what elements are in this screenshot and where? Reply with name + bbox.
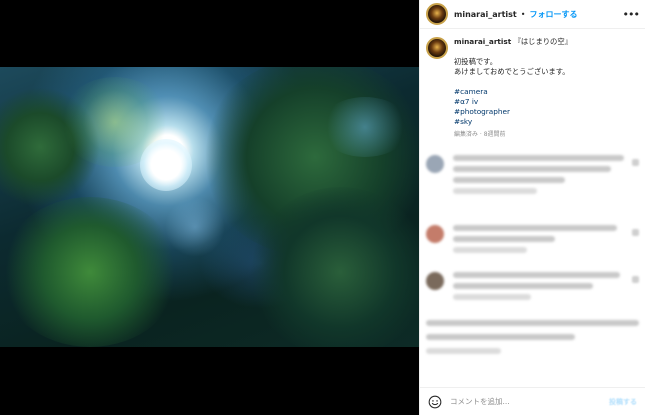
blurred-comment-meta: [453, 294, 532, 300]
blurred-date-text: [426, 348, 501, 354]
caption-text: 初投稿です。 あけましておめでとうございます。: [454, 57, 572, 77]
instagram-post-modal: minarai_artist • フォローする ••• minarai_arti…: [0, 0, 645, 415]
blurred-comment-text: [453, 166, 612, 172]
caption-username[interactable]: minarai_artist: [454, 37, 511, 46]
commenter-avatar[interactable]: [426, 272, 444, 290]
post-details-panel: minarai_artist • フォローする ••• minarai_arti…: [419, 0, 645, 415]
like-comment-icon[interactable]: [632, 159, 639, 166]
tree-foliage: [250, 187, 419, 347]
sun: [140, 139, 192, 191]
blurred-comment-text: [453, 155, 625, 161]
username-link[interactable]: minarai_artist: [454, 10, 517, 19]
comment-item: [426, 225, 639, 258]
post-comment-button[interactable]: 投稿する: [609, 397, 637, 407]
comment-input[interactable]: [450, 397, 609, 406]
blurred-comment-meta: [453, 247, 528, 253]
blurred-comment-text: [453, 236, 556, 242]
sky-patch: [320, 97, 410, 157]
hashtag-link[interactable]: #photographer: [454, 107, 572, 117]
blurred-action-row: [426, 320, 639, 326]
avatar[interactable]: [426, 37, 448, 59]
media-panel: [0, 0, 419, 415]
follow-button[interactable]: フォローする: [529, 9, 577, 20]
blurred-comment-text: [453, 177, 565, 183]
blurred-comment-meta: [453, 188, 537, 194]
separator-dot: •: [520, 9, 526, 19]
sky-patch: [165, 197, 225, 257]
comment-item: [426, 272, 639, 305]
like-comment-icon[interactable]: [632, 229, 639, 236]
more-options-icon[interactable]: •••: [623, 8, 640, 21]
emoji-icon[interactable]: [428, 395, 442, 409]
caption-title: 『はじまりの空』: [513, 37, 572, 46]
post-actions-blurred: [426, 320, 639, 359]
commenter-avatar[interactable]: [426, 225, 444, 243]
comment-bar: 投稿する: [420, 387, 645, 415]
avatar[interactable]: [426, 3, 448, 25]
post-caption: minarai_artist 『はじまりの空』 初投稿です。 あけましておめでと…: [420, 29, 645, 140]
post-header: minarai_artist • フォローする •••: [420, 0, 645, 29]
hashtag-link[interactable]: #camera: [454, 87, 572, 97]
comment-item: [426, 155, 639, 199]
caption-line: あけましておめでとうございます。: [454, 67, 570, 76]
blurred-likes-text: [426, 334, 576, 340]
blurred-comment-text: [453, 283, 593, 289]
hashtag-list: #camera #α7 iv #photographer #sky: [454, 87, 572, 127]
hashtag-link[interactable]: #α7 iv: [454, 97, 572, 107]
blurred-comment-text: [453, 272, 621, 278]
caption-title-line: minarai_artist 『はじまりの空』: [454, 37, 572, 47]
like-comment-icon[interactable]: [632, 276, 639, 283]
hashtag-link[interactable]: #sky: [454, 117, 572, 127]
commenter-avatar[interactable]: [426, 155, 444, 173]
caption-line: 初投稿です。: [454, 57, 498, 66]
post-meta: 編集済み · 8週間前: [454, 131, 506, 138]
tree-foliage: [0, 197, 180, 347]
blurred-comment-text: [453, 225, 617, 231]
post-photo[interactable]: [0, 67, 419, 347]
